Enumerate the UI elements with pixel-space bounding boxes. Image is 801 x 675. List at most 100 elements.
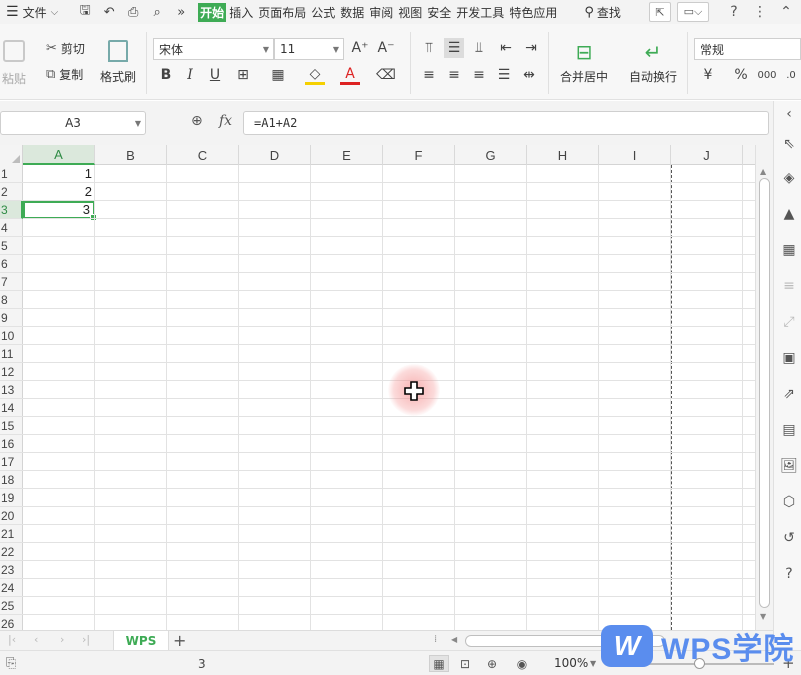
save-icon[interactable]: 🖫 — [74, 2, 96, 22]
format-painter-button[interactable]: 格式刷 — [100, 40, 136, 85]
vertical-scroll-thumb[interactable] — [759, 178, 770, 608]
name-box[interactable]: A3 ▼ — [0, 111, 146, 135]
properties-icon[interactable]: ≡ — [780, 277, 798, 295]
row-header-8[interactable]: 8 — [0, 291, 23, 309]
paste-button[interactable]: 粘贴 — [2, 40, 26, 87]
zoom-lens-icon[interactable]: ⊕ — [191, 113, 203, 129]
more-options-icon[interactable]: ⋮ — [750, 2, 770, 22]
column-header-d[interactable]: D — [239, 145, 311, 165]
cell-a3[interactable]: 3 — [23, 201, 97, 221]
cut-button[interactable]: ✂ 剪切 — [46, 40, 85, 57]
last-sheet-icon[interactable]: ›| — [82, 633, 90, 646]
collapse-ribbon-icon[interactable]: ▭⌵ — [677, 2, 709, 22]
align-center-icon[interactable]: ≡ — [444, 65, 464, 85]
column-header-j[interactable]: J — [671, 145, 743, 165]
row-header-15[interactable]: 15 — [0, 417, 23, 435]
font-color-icon[interactable]: A — [340, 65, 360, 85]
decrease-font-icon[interactable]: A⁻ — [376, 38, 396, 58]
cell-style-icon[interactable]: ▦ — [268, 65, 288, 85]
row-header-26[interactable]: 26 — [0, 615, 23, 630]
font-name-select[interactable]: 宋体 ▼ — [153, 38, 274, 60]
row-header-11[interactable]: 11 — [0, 345, 23, 363]
thousands-separator-icon[interactable]: 000 — [757, 65, 777, 85]
tab-page-layout[interactable]: 页面布局 — [256, 3, 308, 22]
row-header-2[interactable]: 2 — [0, 183, 23, 201]
next-sheet-icon[interactable]: › — [60, 633, 64, 646]
collapse-panel-icon[interactable]: ‹ — [780, 105, 798, 123]
insert-function-icon[interactable]: fx — [219, 113, 232, 129]
merge-center-button[interactable]: ⊟ 合并居中 — [560, 40, 608, 85]
clear-format-icon[interactable]: ⌫ — [376, 65, 396, 85]
help-circle-icon[interactable]: ? — [780, 565, 798, 583]
row-header-9[interactable]: 9 — [0, 309, 23, 327]
align-middle-icon[interactable]: ☰ — [444, 38, 464, 58]
chevron-down-icon[interactable]: ▼ — [590, 659, 596, 668]
row-header-4[interactable]: 4 — [0, 219, 23, 237]
row-header-20[interactable]: 20 — [0, 507, 23, 525]
cell-a2[interactable]: 2 — [23, 183, 95, 201]
page-layout-view-icon[interactable]: ⊡ — [455, 655, 475, 672]
file-menu[interactable]: ☰ 文件 ⌵ — [0, 4, 64, 21]
border-icon[interactable]: ⊞ — [233, 65, 253, 85]
font-size-select[interactable]: 11 ▼ — [274, 38, 344, 60]
scroll-down-icon[interactable]: ▼ — [760, 612, 766, 621]
percent-icon[interactable]: % — [731, 65, 751, 85]
column-header-f[interactable]: F — [383, 145, 455, 165]
tab-home[interactable]: 开始 — [198, 2, 227, 22]
print-preview-icon[interactable]: ⌕ — [146, 2, 168, 22]
reading-mode-icon[interactable]: ◉ — [512, 655, 532, 672]
align-left-icon[interactable]: ≡ — [419, 65, 439, 85]
history-icon[interactable]: ↺ — [780, 529, 798, 547]
zoom-level[interactable]: 100% — [554, 656, 588, 670]
row-header-6[interactable]: 6 — [0, 255, 23, 273]
vertical-scrollbar[interactable]: ▲ ▼ — [755, 145, 773, 630]
undo-icon[interactable]: ↶ — [98, 2, 120, 22]
tab-view[interactable]: 视图 — [396, 3, 424, 22]
column-header-a[interactable]: A — [23, 145, 95, 165]
macro-record-icon[interactable]: ⎘ — [6, 656, 16, 671]
row-header-23[interactable]: 23 — [0, 561, 23, 579]
row-header-17[interactable]: 17 — [0, 453, 23, 471]
currency-icon[interactable]: ¥ — [698, 65, 718, 85]
copy-button[interactable]: ⧉ 复制 — [46, 66, 83, 83]
column-header-e[interactable]: E — [311, 145, 383, 165]
tab-security[interactable]: 安全 — [425, 3, 453, 22]
row-header-16[interactable]: 16 — [0, 435, 23, 453]
column-header-i[interactable]: I — [599, 145, 671, 165]
formula-input[interactable]: =A1+A2 — [243, 111, 769, 135]
collapse-up-icon[interactable]: ⌃ — [776, 2, 796, 22]
row-header-7[interactable]: 7 — [0, 273, 23, 291]
page-break-view-icon[interactable]: ⊕ — [482, 655, 502, 672]
cell-a1[interactable]: 1 — [23, 165, 95, 183]
row-header-24[interactable]: 24 — [0, 579, 23, 597]
table-icon[interactable]: ▦ — [780, 241, 798, 259]
archive-icon[interactable]: ▤ — [780, 421, 798, 439]
scroll-up-icon[interactable]: ▲ — [760, 167, 766, 176]
row-header-21[interactable]: 21 — [0, 525, 23, 543]
align-bottom-icon[interactable]: ⫫ — [469, 38, 489, 58]
column-header-g[interactable]: G — [455, 145, 527, 165]
spreadsheet-grid[interactable]: ABCDEFGHIJ 1 2 3 4 5 6 7 8 9 10 11 12 13 14 15 16 17 18 19… — [0, 145, 755, 630]
tab-special-apps[interactable]: 特色应用 — [507, 3, 559, 22]
search-command[interactable]: ⚲ 查找 — [584, 4, 621, 21]
help-icon[interactable]: ? — [724, 2, 744, 22]
row-header-19[interactable]: 19 — [0, 489, 23, 507]
export-icon[interactable]: ⇗ — [780, 385, 798, 403]
italic-icon[interactable]: I — [180, 65, 200, 85]
tab-data[interactable]: 数据 — [338, 3, 366, 22]
more-chevron-icon[interactable]: » — [170, 2, 192, 22]
picture-icon[interactable]: 🖼 — [780, 457, 798, 475]
column-header-b[interactable]: B — [95, 145, 167, 165]
number-format-select[interactable]: 常规 — [694, 38, 801, 60]
justify-icon[interactable]: ☰ — [494, 65, 514, 85]
tab-developer[interactable]: 开发工具 — [454, 3, 506, 22]
row-header-25[interactable]: 25 — [0, 597, 23, 615]
wrap-text-button[interactable]: ↵ 自动换行 — [629, 40, 677, 85]
first-sheet-icon[interactable]: |‹ — [8, 633, 16, 646]
image-gallery-icon[interactable]: ▣ — [780, 349, 798, 367]
tab-splitter[interactable]: ⁞ — [434, 634, 437, 645]
row-header-3[interactable]: 3 — [0, 201, 23, 219]
tab-insert[interactable]: 插入 — [227, 3, 255, 22]
print-icon[interactable]: ⎙ — [122, 2, 144, 22]
row-header-18[interactable]: 18 — [0, 471, 23, 489]
